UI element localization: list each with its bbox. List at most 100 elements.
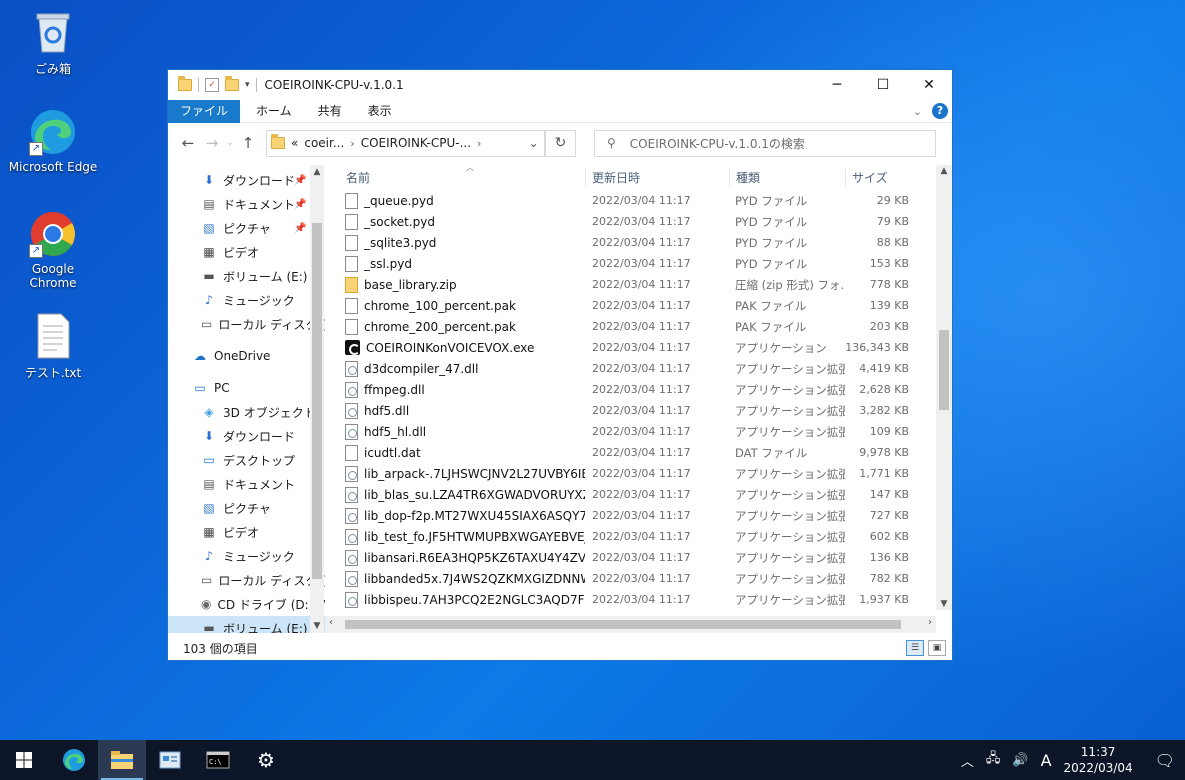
- ime-indicator[interactable]: A: [1041, 751, 1052, 770]
- file-row[interactable]: lib_arpack-.7LJHSWCJNV2L27UVBY6IEIQ... 20…: [325, 463, 952, 484]
- nav-item[interactable]: ▤ ドキュメント 📌: [168, 192, 325, 216]
- nav-item[interactable]: ▦ ビデオ: [168, 240, 325, 264]
- desktop-icon-recycle-bin[interactable]: ごみ箱: [8, 8, 98, 77]
- large-icons-view-icon[interactable]: ▣: [928, 640, 946, 656]
- file-row[interactable]: libbanded5x.7J4WS2QZKMXGIZDNNWW... 2022/0…: [325, 568, 952, 589]
- file-row[interactable]: lib_dop-f2p.MT27WXU45SIAX6ASQY7CW... 2022…: [325, 505, 952, 526]
- file-row[interactable]: libansari.R6EA3HQP5KZ6TAXU4Y4ZVTRP... 202…: [325, 547, 952, 568]
- close-button[interactable]: ✕: [906, 70, 952, 100]
- desktop-icon-edge[interactable]: ↗ Microsoft Edge: [8, 108, 98, 174]
- properties-icon[interactable]: ✓: [205, 78, 219, 92]
- recent-locations-icon[interactable]: ⌄: [224, 138, 236, 148]
- nav-item[interactable]: ☁ OneDrive: [168, 344, 325, 368]
- scroll-up-icon[interactable]: ▲: [310, 167, 324, 177]
- column-header-name[interactable]: 名前: [325, 169, 585, 186]
- desktop-icon-text-file[interactable]: テスト.txt: [8, 312, 98, 381]
- nav-item[interactable]: ▬ ボリューム (E:): [168, 264, 325, 288]
- taskbar-command-prompt[interactable]: C:\: [194, 740, 242, 780]
- volume-icon[interactable]: 🔊: [1012, 753, 1028, 768]
- nav-item[interactable]: ⬇ ダウンロード 📌: [168, 168, 325, 192]
- clock[interactable]: 11:37 2022/03/04: [1064, 744, 1133, 776]
- file-row[interactable]: lib_test_fo.JF5HTWMUPBXWGAYEBVEJU3... 202…: [325, 526, 952, 547]
- tab-home[interactable]: ホーム: [246, 100, 302, 123]
- file-row[interactable]: chrome_100_percent.pak 2022/03/04 11:17 PA…: [325, 295, 952, 316]
- file-row[interactable]: libbispeu.7AH3PCQ2E2NGLC3AQD7FFAH... 2022…: [325, 589, 952, 610]
- scroll-down-icon[interactable]: ▼: [310, 621, 324, 631]
- scroll-right-icon[interactable]: ›: [928, 617, 932, 628]
- details-view-icon[interactable]: ☰: [906, 640, 924, 656]
- scroll-up-icon[interactable]: ▲: [936, 166, 952, 176]
- tab-share[interactable]: 共有: [308, 100, 352, 123]
- scroll-down-icon[interactable]: ▼: [936, 599, 952, 609]
- nav-scroll-thumb[interactable]: [312, 223, 322, 579]
- title-bar[interactable]: ✓ ▾ COEIROINK-CPU-v.1.0.1 ─ ☐ ✕: [168, 70, 952, 100]
- address-bar[interactable]: « coeir... › COEIROINK-CPU-... › ⌄: [266, 129, 546, 157]
- file-row[interactable]: base_library.zip 2022/03/04 11:17 圧縮 (zip …: [325, 274, 952, 295]
- breadcrumb-segment[interactable]: coeir...: [304, 136, 344, 150]
- help-icon[interactable]: ?: [932, 103, 948, 119]
- desktop-icon-chrome[interactable]: ↗ Google Chrome: [8, 210, 98, 290]
- nav-item[interactable]: ⬇ ダウンロード: [168, 424, 325, 448]
- nav-item[interactable]: ♪ ミュージック: [168, 544, 325, 568]
- column-header-size[interactable]: サイズ: [845, 168, 925, 186]
- nav-item[interactable]: ▭ デスクトップ: [168, 448, 325, 472]
- file-size: 147 KB: [869, 488, 909, 501]
- taskbar-control-panel[interactable]: [146, 740, 194, 780]
- vertical-scroll-thumb[interactable]: [939, 330, 949, 410]
- minimize-button[interactable]: ─: [814, 70, 860, 100]
- horizontal-scroll-thumb[interactable]: [345, 620, 901, 629]
- file-row[interactable]: _ssl.pyd 2022/03/04 11:17 PYD ファイル 153 KB: [325, 253, 952, 274]
- taskbar-edge[interactable]: [50, 740, 98, 780]
- search-input[interactable]: ⚲ COEIROINK-CPU-v.1.0.1の検索: [594, 129, 936, 157]
- nav-item[interactable]: ▬ ボリューム (E:): [168, 616, 325, 633]
- file-row[interactable]: chrome_200_percent.pak 2022/03/04 11:17 PA…: [325, 316, 952, 337]
- nav-item[interactable]: ◈ 3D オブジェクト: [168, 400, 325, 424]
- file-list-vertical-scrollbar[interactable]: ▲ ▼: [936, 165, 952, 610]
- refresh-button[interactable]: ↻: [546, 129, 576, 157]
- file-row[interactable]: COEIROINKonVOICEVOX.exe 2022/03/04 11:17 ア…: [325, 337, 952, 358]
- nav-item[interactable]: ♪ ミュージック: [168, 288, 325, 312]
- show-hidden-icons-icon[interactable]: ︿: [961, 751, 974, 770]
- forward-button[interactable]: →: [200, 134, 224, 152]
- nav-item[interactable]: ▤ ドキュメント: [168, 472, 325, 496]
- tab-file[interactable]: ファイル: [168, 99, 241, 123]
- tab-view[interactable]: 表示: [358, 100, 402, 123]
- network-icon[interactable]: 🖧: [986, 749, 1001, 771]
- file-row[interactable]: icudtl.dat 2022/03/04 11:17 DAT ファイル 9,978 …: [325, 442, 952, 463]
- taskbar-settings[interactable]: ⚙: [242, 740, 290, 780]
- nav-item[interactable]: ▭ PC: [168, 376, 325, 400]
- nav-item[interactable]: ▭ ローカル ディスク (C: [168, 568, 325, 592]
- breadcrumb-segment[interactable]: COEIROINK-CPU-...: [361, 136, 471, 150]
- nav-scrollbar[interactable]: ▲ ▼: [310, 165, 324, 633]
- file-row[interactable]: d3dcompiler_47.dll 2022/03/04 11:17 アプリケーシ…: [325, 358, 952, 379]
- nav-item[interactable]: ▧ ピクチャ 📌: [168, 216, 325, 240]
- nav-item[interactable]: ▦ ビデオ: [168, 520, 325, 544]
- column-header-date[interactable]: 更新日時: [585, 168, 729, 186]
- up-button[interactable]: ↑: [236, 134, 260, 152]
- file-row[interactable]: hdf5.dll 2022/03/04 11:17 アプリケーション拡張 3,282 …: [325, 400, 952, 421]
- expand-ribbon-icon[interactable]: ⌄: [913, 105, 922, 118]
- back-button[interactable]: ←: [176, 134, 200, 152]
- file-row[interactable]: hdf5_hl.dll 2022/03/04 11:17 アプリケーション拡張 109…: [325, 421, 952, 442]
- taskbar-file-explorer[interactable]: [98, 740, 146, 780]
- new-folder-icon[interactable]: [225, 76, 239, 91]
- address-dropdown-icon[interactable]: ⌄: [523, 130, 545, 156]
- scroll-left-icon[interactable]: ‹: [329, 617, 333, 628]
- nav-item[interactable]: ▧ ピクチャ: [168, 496, 325, 520]
- file-list-horizontal-scrollbar[interactable]: ‹ ›: [325, 616, 936, 633]
- column-header-type[interactable]: 種類: [729, 168, 845, 186]
- file-row[interactable]: ffmpeg.dll 2022/03/04 11:17 アプリケーション拡張 2,62…: [325, 379, 952, 400]
- file-date: 2022/03/04 11:17: [592, 341, 691, 354]
- file-type: DAT ファイル: [735, 445, 808, 460]
- file-row[interactable]: _sqlite3.pyd 2022/03/04 11:17 PYD ファイル 88 K…: [325, 232, 952, 253]
- notifications-icon[interactable]: 🗨: [1155, 751, 1175, 770]
- nav-item[interactable]: ◉ CD ドライブ (D:) Vi: [168, 592, 325, 616]
- chevron-down-icon[interactable]: ▾: [245, 80, 250, 90]
- nav-item[interactable]: ▭ ローカル ディスク (C: [168, 312, 325, 336]
- maximize-button[interactable]: ☐: [860, 70, 906, 100]
- file-row[interactable]: lib_blas_su.LZA4TR6XGWADVORUYXZXR... 2022…: [325, 484, 952, 505]
- file-row[interactable]: _socket.pyd 2022/03/04 11:17 PYD ファイル 79 KB: [325, 211, 952, 232]
- start-button[interactable]: [0, 740, 48, 780]
- address-overflow[interactable]: «: [291, 136, 298, 150]
- file-row[interactable]: _queue.pyd 2022/03/04 11:17 PYD ファイル 29 KB: [325, 190, 952, 211]
